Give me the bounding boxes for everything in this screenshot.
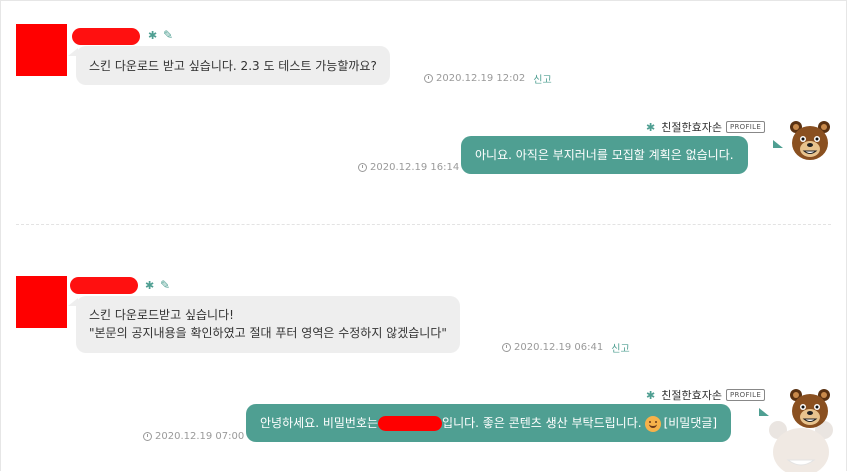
visitor-message-bubble: 스킨 다운로드 받고 싶습니다. 2.3 도 테스트 가능할까요?	[76, 46, 390, 85]
profile-badge[interactable]: PROFILE	[725, 121, 766, 133]
bear-watermark-icon	[769, 421, 833, 472]
owner-author: ✱ 친절한효자손 PROFILE	[646, 119, 766, 135]
clock-icon	[502, 343, 511, 352]
password-redacted	[378, 416, 443, 431]
message-text-before: 안녕하세요. 비밀번호는	[260, 416, 379, 430]
report-link[interactable]: 신고	[533, 71, 551, 86]
message-text: 아니요. 아직은 부지러너를 모집할 계획은 없습니다.	[475, 148, 734, 162]
message-text-line-2: "본문의 공지내용을 확인하였고 절대 푸터 영역은 수정하지 않겠습니다"	[89, 326, 447, 340]
message-text: 스킨 다운로드 받고 싶습니다. 2.3 도 테스트 가능할까요?	[89, 59, 377, 73]
clock-icon	[424, 74, 433, 83]
timestamp: 2020.12.19 06:41	[514, 342, 604, 353]
report-link[interactable]: 신고	[611, 340, 629, 355]
comment-meta: 2020.12.19 12:02 신고	[424, 71, 552, 86]
message-text-after: 입니다. 좋은 콘텐츠 생산 부탁드립니다.	[442, 416, 642, 430]
clock-icon	[358, 163, 367, 172]
smiley-emoticon-icon	[644, 415, 661, 432]
timestamp: 2020.12.19 12:02	[436, 73, 526, 84]
visitor-avatar[interactable]	[16, 24, 67, 76]
comment-meta: 2020.12.19 06:41 신고	[502, 340, 630, 355]
author-name[interactable]: 친절한효자손	[661, 119, 722, 135]
clock-icon	[143, 432, 152, 441]
profile-badge[interactable]: PROFILE	[725, 389, 766, 401]
comment-meta: 2020.12.19 16:14	[358, 162, 459, 173]
visitor-message-bubble: 스킨 다운로드받고 싶습니다! "본문의 공지내용을 확인하였고 절대 푸터 영…	[76, 296, 460, 353]
visitor-avatar[interactable]	[16, 276, 67, 328]
settings-icon[interactable]: ✱	[148, 29, 157, 42]
owner-author: ✱ 친절한효자손 PROFILE	[646, 387, 766, 403]
edit-pencil-icon[interactable]: ✎	[160, 278, 170, 292]
comment-divider	[16, 224, 831, 225]
settings-icon[interactable]: ✱	[646, 389, 655, 402]
settings-icon[interactable]: ✱	[145, 279, 154, 292]
timestamp: 2020.12.19 16:14	[370, 162, 460, 173]
comment-meta: 2020.12.19 07:00	[143, 431, 244, 442]
author-name[interactable]: 친절한효자손	[661, 387, 722, 403]
message-text-line-1: 스킨 다운로드받고 싶습니다!	[89, 308, 234, 322]
timestamp: 2020.12.19 07:00	[155, 431, 245, 442]
settings-icon[interactable]: ✱	[646, 121, 655, 134]
owner-message-bubble: 아니요. 아직은 부지러너를 모집할 계획은 없습니다.	[461, 136, 748, 174]
owner-message-bubble: 안녕하세요. 비밀번호는 입니다. 좋은 콘텐츠 생산 부탁드립니다. [비밀댓글]	[246, 404, 732, 442]
visitor-name-redacted	[70, 277, 138, 294]
edit-pencil-icon[interactable]: ✎	[163, 28, 173, 42]
secret-comment-label: [비밀댓글]	[663, 416, 718, 430]
bear-icon[interactable]	[788, 119, 832, 163]
visitor-name-redacted	[72, 28, 140, 45]
